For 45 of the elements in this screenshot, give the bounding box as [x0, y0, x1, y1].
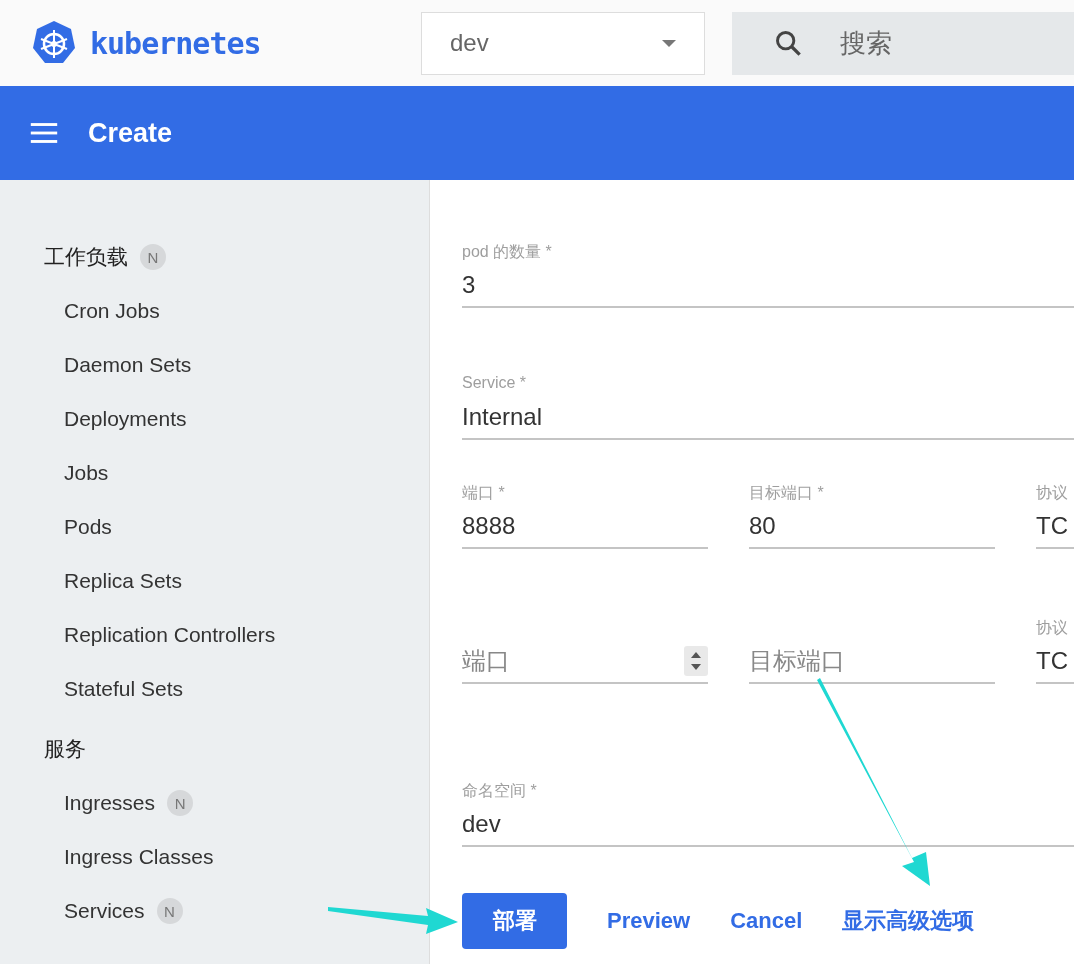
namespace-badge: N: [140, 244, 166, 270]
input-field[interactable]: 端口: [462, 647, 684, 675]
sidebar-item[interactable]: Replication Controllers: [64, 623, 276, 647]
menu-icon[interactable]: [28, 122, 60, 144]
sidebar-item[interactable]: Stateful Sets: [64, 677, 184, 701]
search-field[interactable]: 搜索: [838, 26, 1042, 60]
namespace-badge: N: [167, 790, 194, 816]
logo-text[interactable]: kubernetes: [90, 25, 261, 61]
input-field[interactable]: 80: [749, 512, 995, 540]
input-field[interactable]: TC: [1036, 512, 1074, 540]
field-label: Service *: [462, 374, 528, 393]
input-field[interactable]: TC: [1036, 647, 1074, 675]
sidebar-section-title[interactable]: 工作负载: [44, 243, 128, 271]
spinner-icon[interactable]: [684, 646, 708, 676]
sidebar-item[interactable]: Daemon Sets: [64, 353, 192, 377]
sidebar-item[interactable]: Deployments: [64, 407, 187, 431]
input-field[interactable]: 目标端口: [749, 647, 995, 675]
field-label: 协议: [1036, 483, 1069, 503]
sidebar-item[interactable]: Ingress Classes: [64, 845, 214, 869]
sidebar-item[interactable]: Pods: [64, 515, 112, 539]
page-title: Create: [88, 117, 173, 149]
namespace-select[interactable]: dev: [421, 11, 705, 75]
input-field[interactable]: Internal: [462, 403, 1074, 431]
search-icon: [774, 29, 802, 57]
field-label: pod 的数量 *: [462, 242, 553, 262]
sidebar-item[interactable]: Services: [64, 899, 145, 923]
search-box[interactable]: 搜索: [732, 11, 1074, 75]
deploy-button[interactable]: 部署: [462, 893, 567, 949]
caret-icon: [662, 39, 676, 47]
sidebar-section-title[interactable]: 服务: [44, 735, 86, 763]
field-label: 端口 *: [462, 483, 506, 503]
namespace-badge: N: [156, 898, 183, 924]
field-label: 命名空间 *: [462, 781, 538, 801]
text-button[interactable]: 显示高级选项: [842, 906, 975, 936]
input-field[interactable]: 3: [462, 271, 1074, 299]
input-field[interactable]: dev: [462, 810, 1074, 838]
text-button[interactable]: Cancel: [730, 908, 803, 934]
sidebar-item[interactable]: Cron Jobs: [64, 299, 160, 323]
text-button[interactable]: Preview: [607, 908, 691, 934]
sidebar-item[interactable]: Jobs: [64, 461, 109, 485]
sidebar-item[interactable]: Replica Sets: [64, 569, 182, 593]
sidebar-item[interactable]: Ingresses: [64, 791, 156, 815]
field-label: 目标端口 *: [749, 483, 825, 503]
input-field[interactable]: 8888: [462, 512, 708, 540]
field-label: 协议: [1036, 618, 1069, 638]
